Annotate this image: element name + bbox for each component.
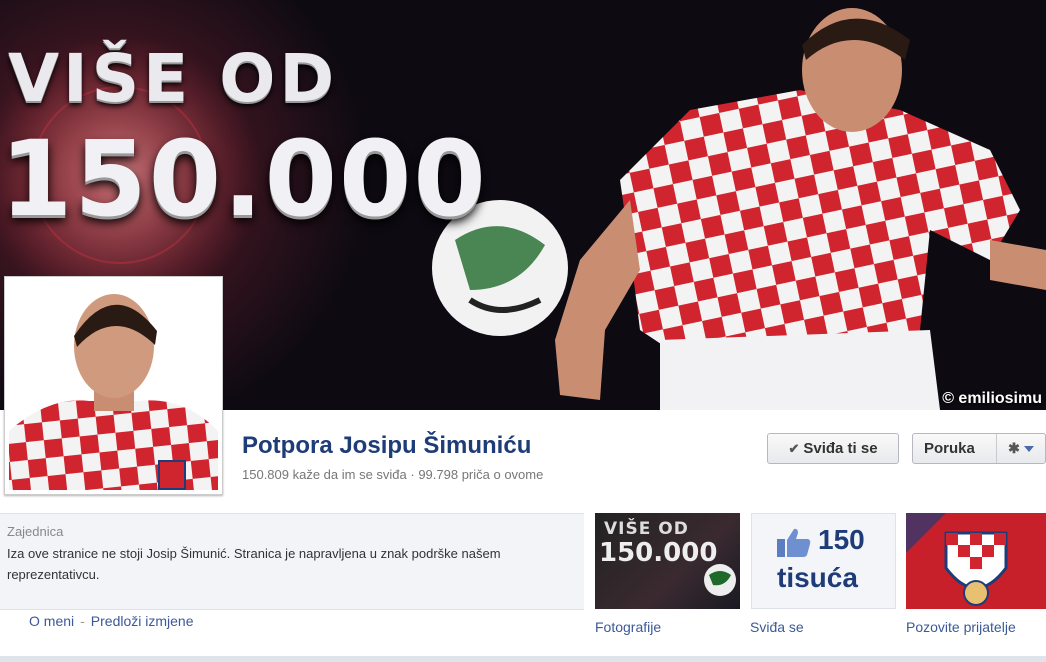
suggest-edits-link[interactable]: Predloži izmjene bbox=[91, 613, 194, 629]
ball-icon bbox=[704, 564, 736, 596]
page-stats: 150.809 kaže da im se sviđa · 99.798 pri… bbox=[242, 467, 544, 482]
cover-watermark: © emiliosimu bbox=[942, 390, 1042, 407]
message-button[interactable]: Poruka ✱ bbox=[912, 433, 1046, 464]
profile-picture-image bbox=[9, 281, 218, 490]
checkmark-icon: ✔ bbox=[788, 440, 800, 456]
page-category[interactable]: Zajednica bbox=[7, 524, 63, 539]
likes-count: 150 bbox=[818, 524, 865, 555]
about-links: O meni - Predloži izmjene bbox=[29, 613, 194, 629]
page-title[interactable]: Potpora Josipu Šimuniću bbox=[242, 432, 531, 460]
likes-count-unit: tisuća bbox=[777, 562, 858, 593]
thumbs-up-icon bbox=[777, 528, 811, 557]
like-button-label: Sviđa ti se bbox=[803, 440, 878, 457]
divider bbox=[0, 656, 1046, 662]
invite-friends-tile[interactable] bbox=[906, 513, 1046, 609]
photos-tile-line1: VIŠE OD bbox=[604, 519, 689, 539]
chevron-down-icon bbox=[1023, 445, 1034, 452]
profile-picture[interactable] bbox=[4, 276, 223, 495]
likes-tile-label[interactable]: Sviđa se bbox=[750, 619, 804, 635]
photos-tile-label[interactable]: Fotografije bbox=[595, 619, 661, 635]
settings-dropdown-button[interactable]: ✱ bbox=[996, 434, 1045, 463]
photos-tile[interactable]: VIŠE OD 150.000 bbox=[595, 513, 740, 609]
hns-crest-icon bbox=[906, 513, 1046, 609]
about-description: Iza ove stranice ne stoji Josip Šimunić.… bbox=[7, 546, 501, 582]
photos-tile-line2: 150.000 bbox=[599, 538, 718, 568]
about-box: Zajednica Iza ove stranice ne stoji Josi… bbox=[0, 513, 584, 610]
cover-headline-line2: 150.000 bbox=[0, 118, 488, 240]
like-button[interactable]: ✔ Sviđa ti se bbox=[767, 433, 899, 464]
likes-tile[interactable]: 150 tisuća bbox=[751, 513, 896, 609]
gear-icon: ✱ bbox=[1008, 440, 1020, 456]
about-me-link[interactable]: O meni bbox=[29, 613, 74, 629]
message-button-label: Poruka bbox=[924, 440, 975, 457]
invite-friends-tile-label[interactable]: Pozovite prijatelje bbox=[906, 619, 1016, 635]
cover-headline-line1: VIŠE OD bbox=[8, 40, 339, 117]
